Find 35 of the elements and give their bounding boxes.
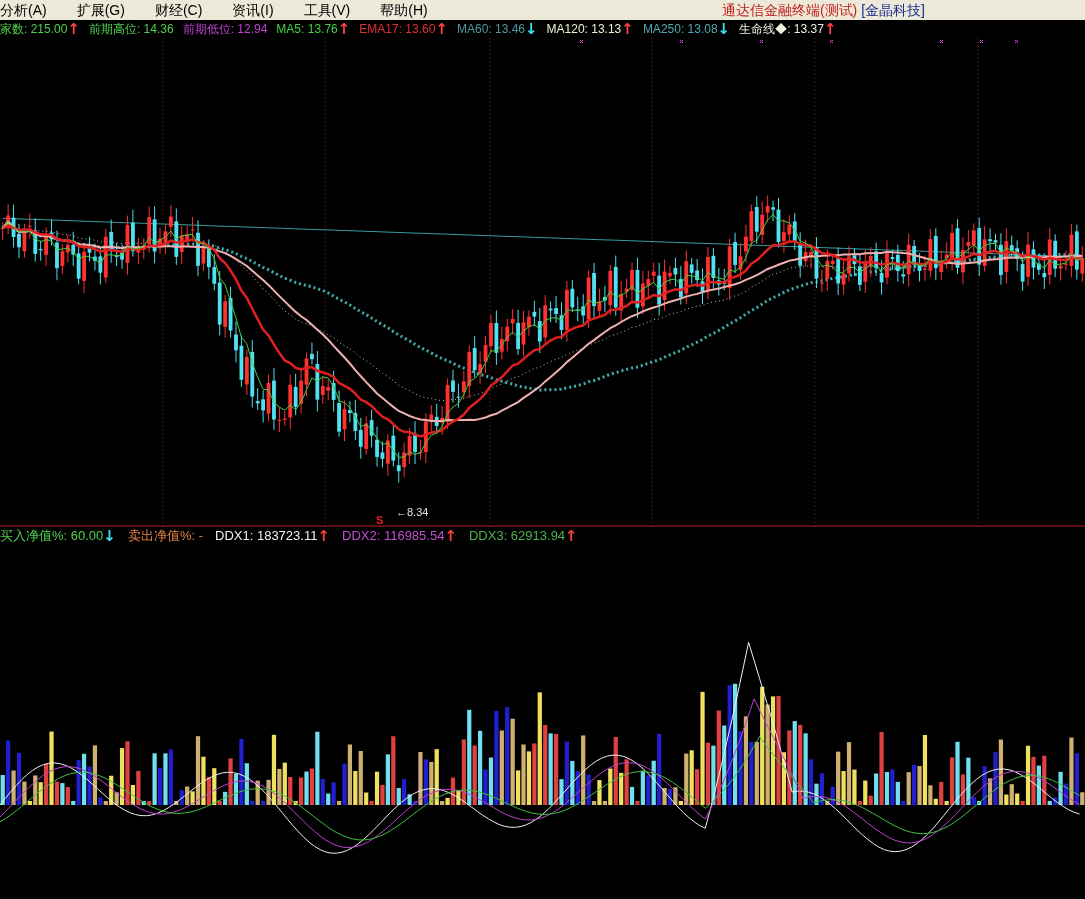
indicator-readout: MA60: 13.46 [456,21,525,38]
indicator-readout: 前期高位: 14.36 [88,21,174,38]
trend-arrow: ↑ [337,21,351,37]
indicator-readout: 家数: 215.00 [0,21,68,38]
menu-item[interactable]: 资讯(I) [232,0,274,21]
trend-arrow: ↑ [67,21,80,37]
trend-arrow: ↑ [444,528,457,544]
low-price-label: ←8.34 [396,505,429,520]
indicator-readout: 卖出净值%: - [127,527,204,546]
indicator-readout: DDX2: 116985.54 [342,527,445,546]
trend-arrow: ↓ [717,21,731,37]
stock-name: [金晶科技] [861,0,925,20]
menu-item[interactable]: 财经(C) [154,0,203,21]
indicator-readout: MA5: 13.76 [276,21,338,38]
indicator-readout: EMA17: 13.60 [359,21,436,38]
indicator-readout: MA250: 13.08 [642,21,718,38]
trend-arrow: ↑ [565,528,578,544]
indicator-readout: 生命线◆: 13.37 [739,21,824,38]
indicator-readout: MA120: 13.13 [546,21,622,38]
indicator-readout: 前期低位: 12.94 [182,21,268,38]
indicator-readout: 买入净值%: 60.00 [0,527,104,546]
trend-arrow: ↑ [317,528,330,544]
indicator-readout: DDX3: 62913.94 [468,527,566,546]
menu-item[interactable]: 工具(V) [303,0,351,21]
trend-arrow: ↑ [435,21,448,37]
sell-signal-marker: S [376,513,384,528]
window-title: 通达信金融终端(测试) [721,0,858,20]
trend-arrow: ↑ [621,21,634,37]
trend-arrow: ↑ [823,21,837,37]
indicator-readout: DDX1: 183723.11 [215,527,318,546]
menu-item[interactable]: 分析(A) [0,0,47,21]
menu-item[interactable]: 帮助(H) [380,0,428,21]
menu-item[interactable]: 扩展(G) [76,0,125,21]
trend-arrow: ↓ [525,21,538,37]
trend-arrow: ↓ [103,528,116,544]
